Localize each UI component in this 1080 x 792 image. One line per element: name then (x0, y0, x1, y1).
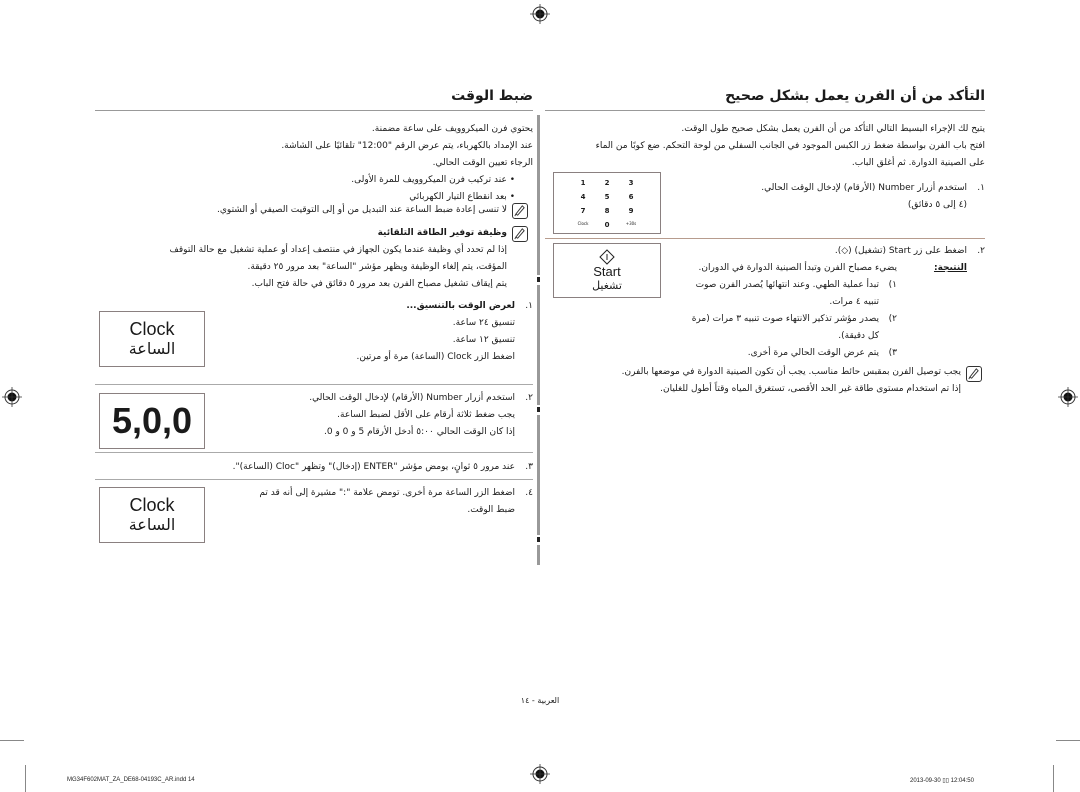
note-line: يتم إيقاف تشغيل مصباح الفرن بعد مرور ٥ د… (251, 279, 507, 289)
section-title: التأكد من أن الفرن يعمل بشكل صحيح (545, 88, 985, 111)
crop-mark (1053, 765, 1054, 792)
clock-label-en: Clock (129, 319, 175, 339)
step-text: ضبط الوقت. (467, 505, 515, 515)
sub-item-text: يصدر مؤشر تذكير الانتهاء صوت تنبيه ٣ مرا… (691, 314, 879, 341)
divider (545, 238, 985, 239)
key-6[interactable]: 6 (619, 193, 643, 201)
registration-mark-right (1058, 387, 1078, 407)
note-line: يجب توصيل الفرن بمقبس حائط مناسب. يجب أن… (621, 367, 961, 377)
display-illustration: 5,0,0 (99, 393, 205, 449)
registration-mark-bottom (530, 764, 550, 784)
sub-item-text: تبدأ عملية الطهي. وعند انتهائها يُصدر ال… (695, 280, 879, 307)
step-text: تنسيق ٢٤ ساعة. (452, 318, 515, 328)
gutter-bar (537, 415, 540, 535)
step-number: ٤. (525, 488, 533, 498)
step-text: اضغط الزر الساعة مرة أخرى. تومض علامة ":… (259, 488, 515, 498)
note-line: لا تنسى إعادة ضبط الساعة عند التبديل من … (217, 205, 507, 215)
step-text: (٤ إلى ٥ دقائق) (907, 200, 967, 210)
key-4[interactable]: 4 (571, 193, 595, 201)
start-button-illustration: Start تشغيل (553, 243, 661, 298)
display-value: 5,0,0 (111, 400, 193, 441)
start-label-en: Start (593, 263, 621, 279)
step-text: اضغط الزر Clock (الساعة) مرة أو مرتين. (356, 352, 515, 362)
number-keypad: 1 2 3 4 5 6 7 8 9 Clock 0 +30s (553, 172, 661, 234)
gutter-bar (537, 115, 540, 275)
sub-item-number: ٣) (888, 348, 897, 358)
registration-mark-top (530, 4, 550, 24)
crop-mark (0, 740, 24, 741)
section-title: ضبط الوقت (95, 88, 533, 111)
step-number: ١. (977, 183, 985, 193)
key-1[interactable]: 1 (571, 179, 595, 187)
notes-block: لا تنسى إعادة ضبط الساعة عند التبديل من … (95, 202, 507, 293)
note-line: إذا لم تحدد أي وظيفة عندما يكون الجهاز ف… (169, 245, 507, 255)
step-text: عند مرور ٥ ثوانٍ، يومض مؤشر "ENTER (إدخا… (232, 462, 515, 472)
key-clock[interactable]: Clock (571, 221, 595, 229)
divider (95, 479, 533, 480)
intro-line: افتح باب الفرن بواسطة ضغط زر الكبس الموج… (595, 141, 985, 151)
step-text: اضغط على زر Start (تشغيل) (◇). (834, 246, 967, 256)
note-icon (966, 366, 982, 382)
intro-line: عند الإمداد بالكهرباء، يتم عرض الرقم "12… (281, 141, 533, 151)
key-9[interactable]: 9 (619, 207, 643, 215)
page-number: العربية - ١٤ (520, 696, 560, 705)
gutter-bar (537, 545, 540, 565)
crop-mark (25, 765, 26, 792)
note-title: وظيفة توفير الطاقة التلقائية (377, 228, 507, 238)
note-line: إذا تم استخدام مستوى طاقة غير الحد الأقص… (660, 384, 961, 394)
result-label: النتيجة: (933, 263, 967, 273)
key-8[interactable]: 8 (595, 207, 619, 215)
step-text: إذا كان الوقت الحالي ٥:٠٠ أدخل الأرقام 5… (323, 427, 515, 437)
intro-line: يحتوي فرن الميكروويف على ساعة مضمنة. (371, 124, 533, 134)
step-title: لعرض الوقت بالتنسيق... (406, 301, 515, 311)
step-text: تنسيق ١٢ ساعة. (452, 335, 515, 345)
key-30s[interactable]: +30s (619, 221, 643, 229)
key-2[interactable]: 2 (595, 179, 619, 187)
clock-button-illustration: Clock الساعة (99, 487, 205, 543)
intro-line: يتيح لك الإجراء البسيط التالي التأكد من … (681, 124, 985, 134)
clock-label-ar: الساعة (128, 515, 176, 534)
registration-mark-left (2, 387, 22, 407)
step-3: ٣. عند مرور ٥ ثوانٍ، يومض مؤشر "ENTER (إ… (95, 459, 533, 476)
clock-label-ar: الساعة (128, 339, 176, 358)
note-line: المؤقت، يتم إلغاء الوظيفة ويظهر مؤشر "ال… (247, 262, 507, 272)
step-number: ٣. (525, 462, 533, 472)
gutter-mark (537, 277, 540, 282)
divider (95, 452, 533, 453)
key-3[interactable]: 3 (619, 179, 643, 187)
key-5[interactable]: 5 (595, 193, 619, 201)
step-text: استخدم أزرار Number (الأرقام) لإدخال الو… (761, 183, 967, 193)
note-icon (512, 203, 528, 219)
gutter-bar (537, 285, 540, 405)
result-text: يضيء مصباح الفرن وتبدأ الصينية الدوارة ف… (698, 263, 897, 273)
step-text: يجب ضغط ثلاثة أرقام على الأقل لضبط الساع… (337, 410, 515, 420)
clock-label-en: Clock (129, 495, 175, 515)
start-label-ar: تشغيل (592, 278, 622, 292)
key-0[interactable]: 0 (595, 221, 619, 229)
gutter-mark (537, 537, 540, 542)
bullet-item: • عند تركيب فرن الميكروويف للمرة الأولى. (351, 175, 515, 185)
note-icon (512, 226, 528, 242)
file-name: MG34F602MAT_ZA_DE68-04193C_AR.indd 14 (67, 777, 195, 783)
intro-line: على الصينية الدوارة. ثم أغلق الباب. (851, 158, 985, 168)
start-icon (599, 248, 615, 265)
step-number: ٢. (977, 246, 985, 256)
time-setting-section: ضبط الوقت يحتوي فرن الميكروويف على ساعة … (95, 88, 533, 206)
clock-button-illustration: Clock الساعة (99, 311, 205, 367)
sub-item-text: يتم عرض الوقت الحالي مرة أخرى. (747, 348, 879, 358)
divider (95, 384, 533, 385)
sub-item-number: ٢) (888, 314, 897, 324)
step-number: ٢. (525, 393, 533, 403)
step-text: استخدم أزرار Number (الأرقام) لإدخال الو… (309, 393, 515, 403)
intro-line: الرجاء تعيين الوقت الحالي. (432, 158, 533, 168)
print-timestamp: 2013-09-30 ▯▯ 12:04:50 (910, 778, 974, 784)
step-number: ١. (525, 301, 533, 311)
gutter-mark (537, 407, 540, 412)
key-7[interactable]: 7 (571, 207, 595, 215)
note-block: يجب توصيل الفرن بمقبس حائط مناسب. يجب أن… (545, 364, 961, 398)
crop-mark (1056, 740, 1080, 741)
sub-item-number: ١) (888, 280, 897, 290)
